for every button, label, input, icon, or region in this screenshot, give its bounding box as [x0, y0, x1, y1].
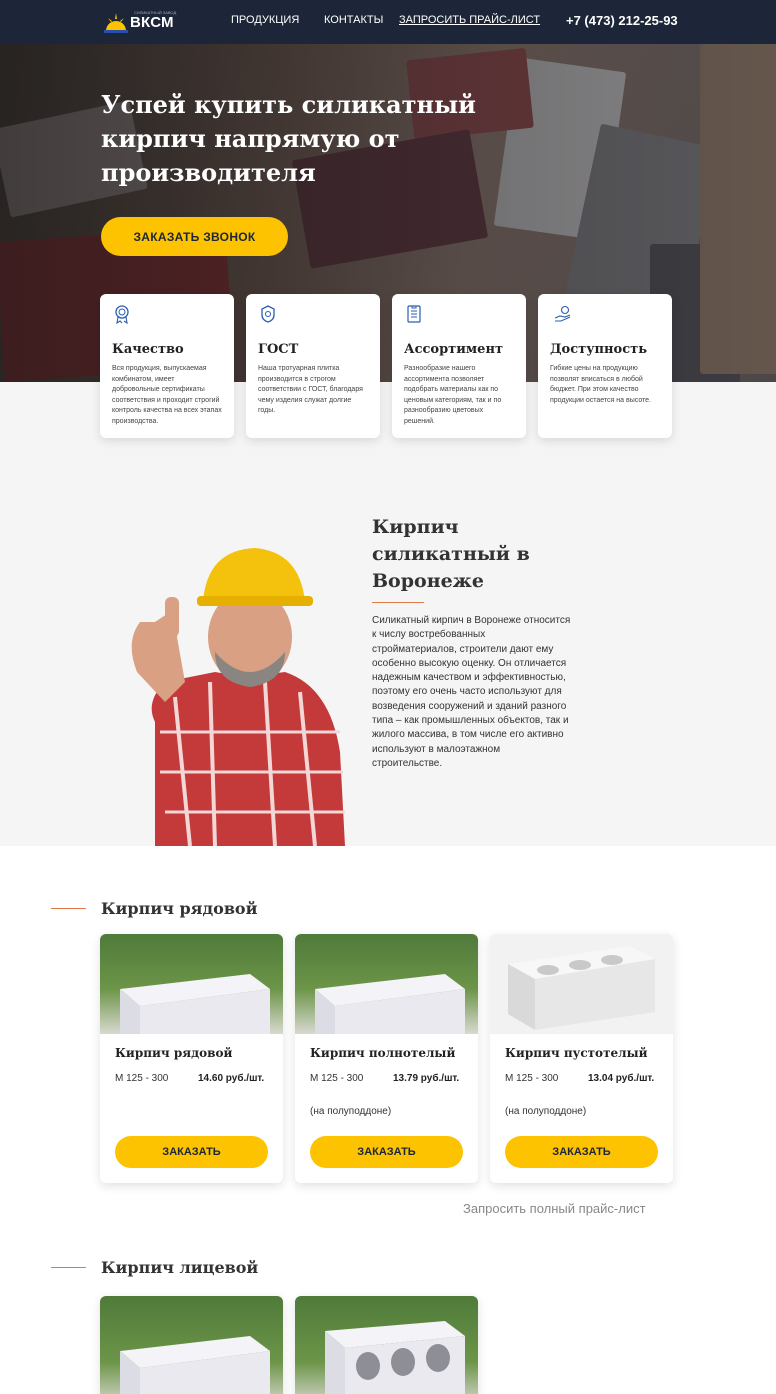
product-card: Кирпич рядовой М 125 - 300 14.60 руб./шт… [100, 934, 283, 1183]
feature-text: Гибкие цены на продукцию позволят вписат… [550, 365, 652, 404]
product-image [100, 1296, 283, 1394]
nav-link-contacts[interactable]: КОНТАКТЫ [324, 14, 383, 26]
about-title: Кирпич силикатный в Воронеже [372, 516, 530, 592]
product-grade: М 125 - 300 [310, 1073, 364, 1084]
feature-card-availability: Доступность Гибкие цены на продукцию поз… [538, 294, 672, 438]
logo[interactable]: СИЛИКАТНЫЙ ЗАВОД ВКСМ [104, 9, 177, 35]
feature-card-gost: ГОСТ Наша тротуарная плитка производится… [246, 294, 380, 438]
logo-text: ВКСМ [130, 13, 174, 31]
checklist-icon [407, 305, 421, 323]
logo-tagline: СИЛИКАТНЫЙ ЗАВОД [134, 10, 177, 15]
feature-title: Доступность [550, 342, 648, 357]
section-accent-line [51, 1267, 86, 1268]
badge-icon [261, 305, 275, 323]
feature-title: ГОСТ [258, 342, 299, 357]
request-price-list-link[interactable]: Запросить полный прайс-лист [463, 1201, 646, 1216]
product-price: 14.60 руб./шт. [198, 1073, 265, 1084]
nav-link-products[interactable]: ПРОДУКЦИЯ [231, 14, 299, 26]
feature-card-quality: Качество Вся продукция, выпускаемая комб… [100, 294, 234, 438]
title-underline [372, 602, 424, 603]
section-accent-line [51, 908, 86, 909]
product-card [295, 1296, 478, 1394]
product-note: (на полуподдоне) [505, 1106, 587, 1117]
award-icon [115, 305, 129, 325]
product-card [100, 1296, 283, 1394]
feature-title: Качество [112, 342, 184, 357]
product-image [295, 934, 478, 1034]
worker-illustration [131, 548, 345, 846]
product-image [100, 934, 283, 1034]
product-note: (на полуподдоне) [310, 1106, 392, 1117]
feature-title: Ассортимент [404, 342, 504, 357]
section-title-facing-brick: Кирпич лицевой [101, 1258, 259, 1277]
phone-number[interactable]: +7 (473) 212-25-93 [566, 13, 678, 28]
product-name: Кирпич пустотелый [505, 1046, 648, 1060]
hand-coin-icon [554, 305, 571, 322]
product-grade: М 125 - 300 [115, 1073, 169, 1084]
order-button[interactable]: ЗАКАЗАТЬ [310, 1136, 463, 1168]
top-navbar: СИЛИКАТНЫЙ ЗАВОД ВКСМ ПРОДУКЦИЯ КОНТАКТЫ… [0, 0, 776, 44]
product-grade: М 125 - 300 [505, 1073, 559, 1084]
feature-text: Разнообразие нашего ассортимента позволя… [404, 365, 502, 425]
about-text: Силикатный кирпич в Воронеже относится к… [372, 615, 571, 769]
hero-title: Успей купить силикатный кирпич напрямую … [101, 90, 476, 187]
order-button[interactable]: ЗАКАЗАТЬ [505, 1136, 658, 1168]
feature-text: Наша тротуарная плитка производится в ст… [258, 365, 363, 414]
section-title-ordinary-brick: Кирпич рядовой [101, 899, 258, 918]
product-price: 13.79 руб./шт. [393, 1073, 460, 1084]
feature-text: Вся продукция, выпускаемая комбинатом, и… [112, 365, 222, 425]
product-image [295, 1296, 478, 1394]
product-name: Кирпич рядовой [115, 1046, 233, 1060]
about-section: Кирпич силикатный в Воронеже Силикатный … [0, 382, 776, 846]
product-image [490, 934, 673, 1034]
feature-card-assortment: Ассортимент Разнообразие нашего ассортим… [392, 294, 526, 438]
order-call-button[interactable]: ЗАКАЗАТЬ ЗВОНОК [101, 217, 288, 256]
product-name: Кирпич полнотелый [310, 1046, 456, 1060]
sun-logo-icon [104, 13, 128, 33]
product-card: Кирпич пустотелый М 125 - 300 13.04 руб.… [490, 934, 673, 1183]
order-button[interactable]: ЗАКАЗАТЬ [115, 1136, 268, 1168]
nav-link-price-list[interactable]: ЗАПРОСИТЬ ПРАЙС-ЛИСТ [399, 14, 540, 26]
product-price: 13.04 руб./шт. [588, 1073, 655, 1084]
product-card: Кирпич полнотелый М 125 - 300 13.79 руб.… [295, 934, 478, 1183]
